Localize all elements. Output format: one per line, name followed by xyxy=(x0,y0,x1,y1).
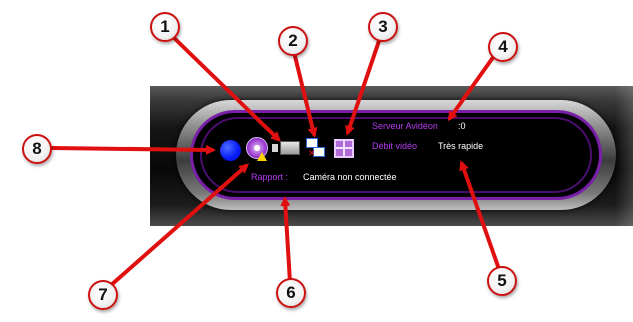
server-label: Serveur Avidéon xyxy=(372,121,438,131)
bitrate-value: Très rapide xyxy=(438,141,484,151)
callout-6: 6 xyxy=(276,278,306,308)
callout-5: 5 xyxy=(487,266,517,296)
callout-1: 1 xyxy=(150,12,180,42)
dual-screen-icon[interactable]: ✕ xyxy=(306,138,326,160)
callout-2: 2 xyxy=(278,26,308,56)
disconnect-mark-icon: ✕ xyxy=(308,149,316,159)
callout-8: 8 xyxy=(22,134,52,164)
report-value: Caméra non connectée xyxy=(303,172,397,182)
warning-icon xyxy=(257,152,267,161)
grid-layout-icon[interactable] xyxy=(334,139,354,158)
callout-4: 4 xyxy=(488,32,518,62)
server-value: :0 xyxy=(458,121,466,131)
blue-circle-icon[interactable] xyxy=(220,140,241,161)
camera-icon[interactable] xyxy=(272,141,300,155)
callout-3: 3 xyxy=(368,12,398,42)
bar-edge xyxy=(615,86,633,226)
bitrate-label: Débit vidéo xyxy=(372,141,418,151)
camera-viewfinder xyxy=(272,144,278,152)
report-label: Rapport : xyxy=(251,172,289,182)
callout-7: 7 xyxy=(88,280,118,310)
annotated-screenshot: ✕ Serveur Avidéon :0 Débit vidéo Très ra… xyxy=(0,0,633,322)
camera-body xyxy=(280,141,300,155)
